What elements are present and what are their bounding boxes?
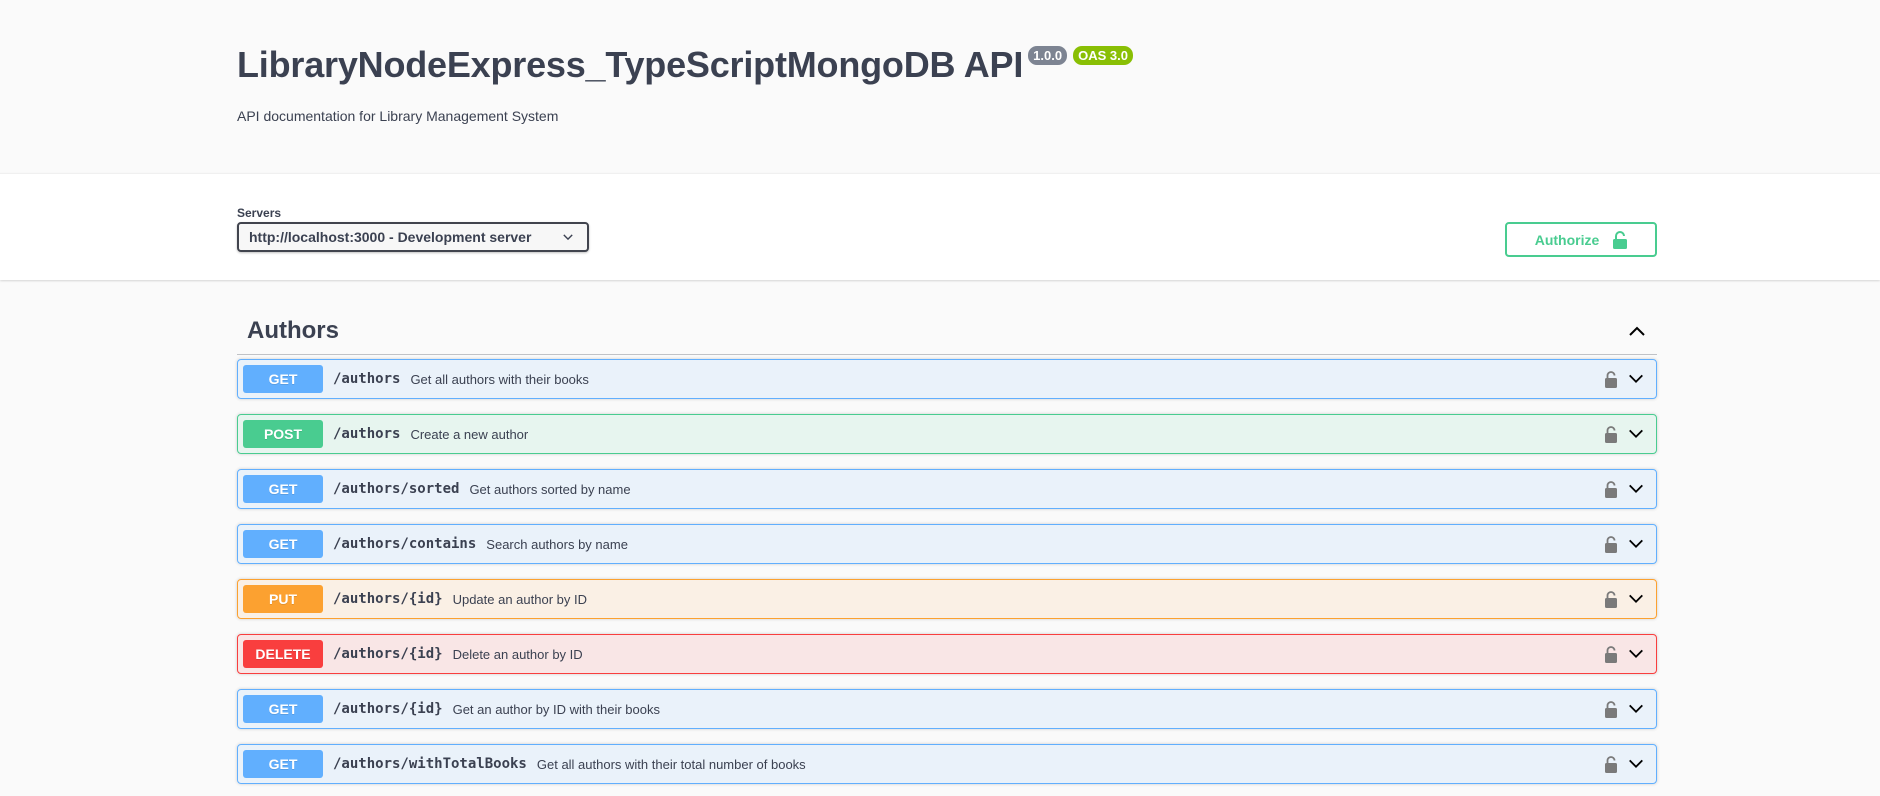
operation-icons xyxy=(1605,645,1645,663)
operation-icons xyxy=(1605,425,1645,443)
servers-label: Servers xyxy=(237,206,282,220)
servers-block: Servers http://localhost:3000 - Developm… xyxy=(237,206,589,257)
operation-summary: Delete an author by ID xyxy=(452,646,583,662)
operation-summary: Get authors sorted by name xyxy=(469,481,631,497)
chevron-down-icon[interactable] xyxy=(1627,370,1645,388)
server-select[interactable]: http://localhost:3000 - Development serv… xyxy=(237,222,589,252)
method-badge: DELETE xyxy=(243,640,323,668)
operation-path: /authors/contains xyxy=(333,536,477,552)
oas-badge: OAS 3.0 xyxy=(1073,46,1133,65)
chevron-down-icon[interactable] xyxy=(1627,535,1645,553)
chevron-up-icon[interactable] xyxy=(1627,321,1647,341)
operations-list: GET /authors Get all authors with their … xyxy=(237,359,1657,784)
api-description: API documentation for Library Management… xyxy=(237,108,559,124)
chevron-down-icon[interactable] xyxy=(1627,645,1645,663)
server-select-value: http://localhost:3000 - Development serv… xyxy=(249,229,532,245)
operation-path: /authors xyxy=(333,426,401,442)
operation-summary: Search authors by name xyxy=(486,536,628,552)
info-section: LibraryNodeExpress_TypeScriptMongoDB API… xyxy=(0,0,1880,173)
chevron-down-icon[interactable] xyxy=(1627,755,1645,773)
chevron-down-icon[interactable] xyxy=(1627,480,1645,498)
chevron-down-icon[interactable] xyxy=(1627,590,1645,608)
operation-icons xyxy=(1605,535,1645,553)
lock-icon[interactable] xyxy=(1605,645,1617,663)
lock-icon[interactable] xyxy=(1605,480,1617,498)
operation-path: /authors/{id} xyxy=(333,591,443,607)
operation-icons xyxy=(1605,590,1645,608)
scheme-container: Servers http://localhost:3000 - Developm… xyxy=(0,173,1880,280)
operation-row-get[interactable]: GET /authors/sorted Get authors sorted b… xyxy=(237,469,1657,509)
lock-icon[interactable] xyxy=(1605,590,1617,608)
operation-row-get[interactable]: GET /authors/withTotalBooks Get all auth… xyxy=(237,744,1657,784)
unlock-icon xyxy=(1613,230,1628,249)
operation-path: /authors/{id} xyxy=(333,646,443,662)
method-badge: POST xyxy=(243,420,323,448)
operation-summary: Get an author by ID with their books xyxy=(452,701,660,717)
tag-header-authors[interactable]: Authors xyxy=(237,308,1657,355)
operation-path: /authors/{id} xyxy=(333,701,443,717)
operation-path: /authors/sorted xyxy=(333,481,460,497)
lock-icon[interactable] xyxy=(1605,425,1617,443)
chevron-down-icon[interactable] xyxy=(1627,700,1645,718)
operation-summary: Get all authors with their books xyxy=(410,371,589,387)
api-title: LibraryNodeExpress_TypeScriptMongoDB API xyxy=(237,44,1024,85)
authorize-label: Authorize xyxy=(1534,231,1600,248)
operation-path: /authors/withTotalBooks xyxy=(333,756,527,772)
version-badge: 1.0.0 xyxy=(1028,46,1068,65)
operation-summary: Update an author by ID xyxy=(452,591,587,607)
lock-icon[interactable] xyxy=(1605,535,1617,553)
method-badge: GET xyxy=(243,530,323,558)
operation-row-put[interactable]: PUT /authors/{id} Update an author by ID xyxy=(237,579,1657,619)
operation-summary: Create a new author xyxy=(410,426,529,442)
method-badge: GET xyxy=(243,365,323,393)
method-badge: GET xyxy=(243,750,323,778)
tag-title: Authors xyxy=(247,317,339,344)
operation-row-get[interactable]: GET /authors/contains Search authors by … xyxy=(237,524,1657,564)
operation-icons xyxy=(1605,755,1645,773)
operations-section: Authors GET /authors Get all authors wit… xyxy=(237,308,1657,784)
method-badge: PUT xyxy=(243,585,323,613)
operation-icons xyxy=(1605,700,1645,718)
lock-icon[interactable] xyxy=(1605,700,1617,718)
method-badge: GET xyxy=(243,475,323,503)
operation-path: /authors xyxy=(333,371,401,387)
operation-row-get[interactable]: GET /authors Get all authors with their … xyxy=(237,359,1657,399)
operation-icons xyxy=(1605,370,1645,388)
operation-row-post[interactable]: POST /authors Create a new author xyxy=(237,414,1657,454)
method-badge: GET xyxy=(243,695,323,723)
authorize-button[interactable]: Authorize xyxy=(1505,222,1657,257)
lock-icon[interactable] xyxy=(1605,755,1617,773)
operation-row-delete[interactable]: DELETE /authors/{id} Delete an author by… xyxy=(237,634,1657,674)
operation-summary: Get all authors with their total number … xyxy=(536,756,806,772)
operation-icons xyxy=(1605,480,1645,498)
lock-icon[interactable] xyxy=(1605,370,1617,388)
chevron-down-icon[interactable] xyxy=(1627,425,1645,443)
operation-row-get[interactable]: GET /authors/{id} Get an author by ID wi… xyxy=(237,689,1657,729)
chevron-down-icon xyxy=(563,234,573,241)
